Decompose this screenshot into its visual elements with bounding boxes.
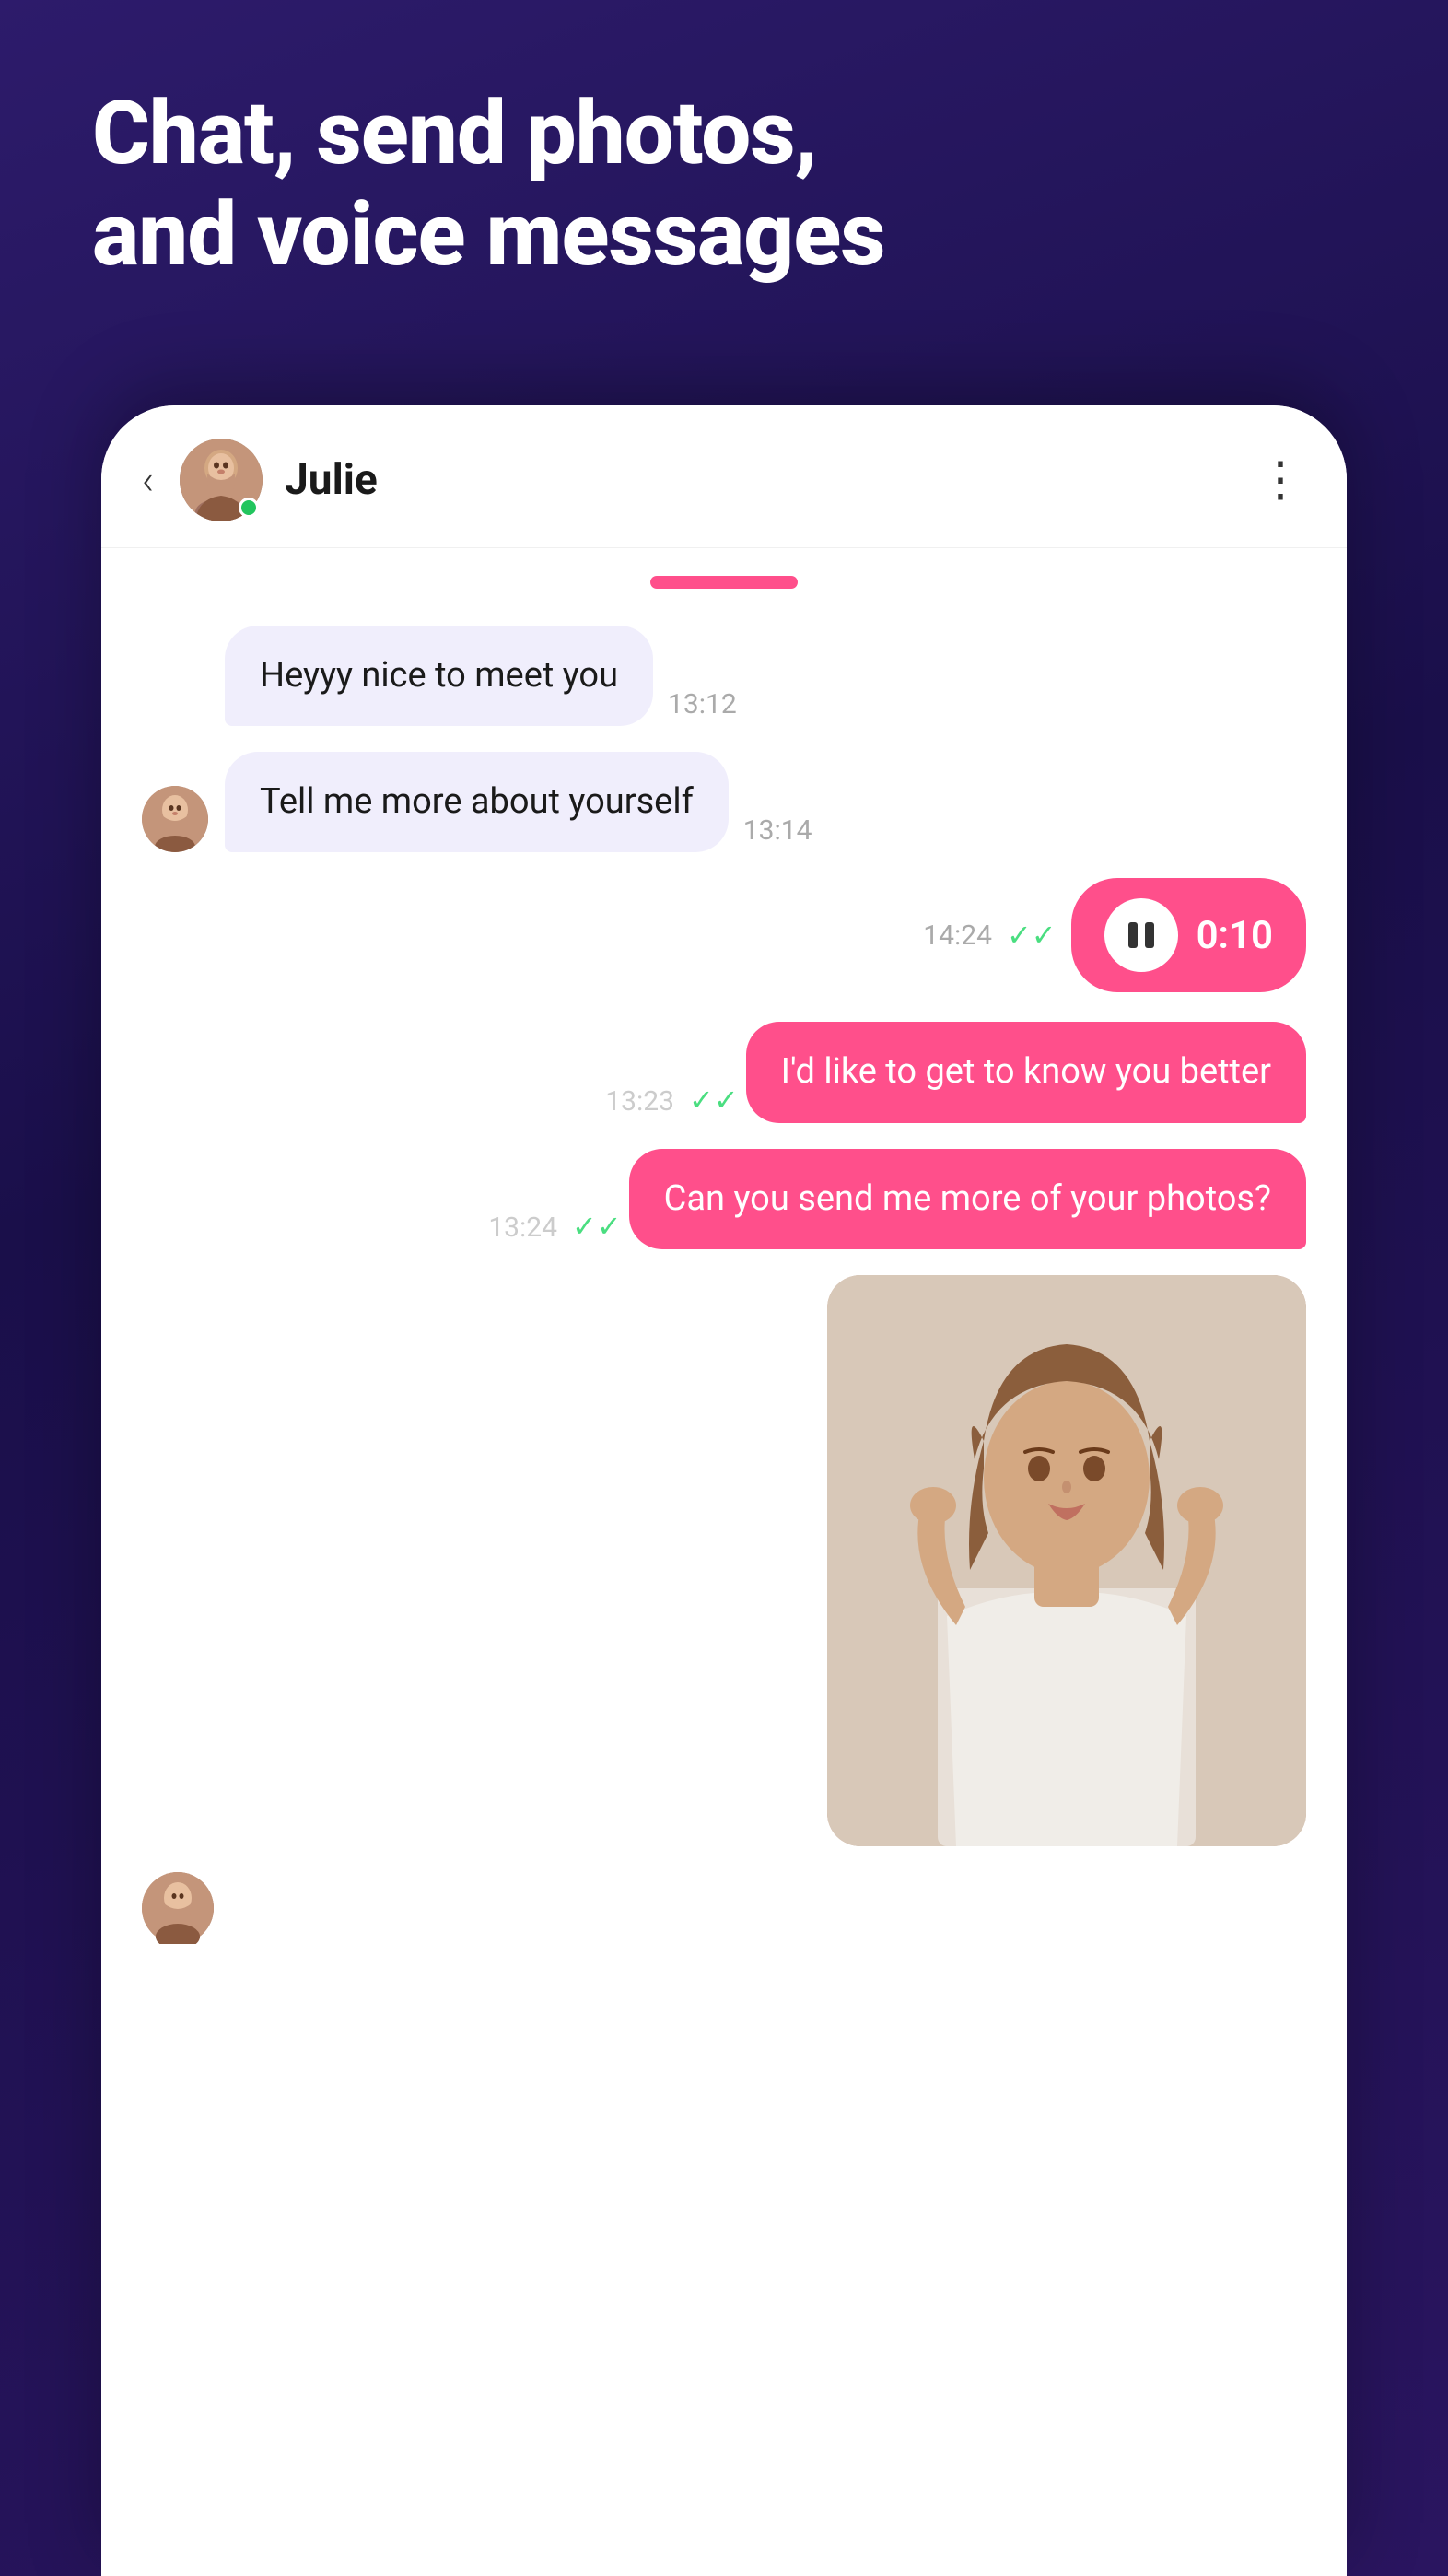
headline-line1: Chat, send photos,: [92, 83, 1356, 184]
voice-duration: 0:10: [1197, 913, 1273, 958]
message-row-5: 13:24 ✓✓ Can you send me more of your ph…: [142, 1149, 1306, 1249]
online-indicator: [239, 498, 259, 518]
avatar-wrapper[interactable]: [180, 439, 263, 521]
pause-icon: [1128, 922, 1154, 948]
contact-name: Julie: [285, 455, 1256, 505]
pause-bar-left: [1128, 922, 1138, 948]
voice-time: 14:24: [923, 919, 992, 952]
message-row-1: Heyyy nice to meet you 13:12: [142, 626, 1306, 726]
headline-line2: and voice messages: [92, 184, 1356, 286]
msg4-time: 13:23: [605, 1085, 674, 1118]
pause-bar-right: [1145, 922, 1154, 948]
message-row-2: Tell me more about yourself 13:14: [142, 752, 1306, 852]
msg-avatar-2: [142, 786, 208, 852]
bottom-avatar-row: [142, 1872, 1306, 1944]
message-bubble-1: Heyyy nice to meet you: [225, 626, 653, 726]
message-bubble-2: Tell me more about yourself: [225, 752, 729, 852]
voice-checks: ✓✓: [1007, 918, 1057, 953]
chat-header: ‹ Julie ⋮: [101, 405, 1347, 548]
pause-button[interactable]: [1104, 898, 1178, 972]
message-bubble-5: Can you send me more of your photos?: [629, 1149, 1306, 1249]
photo-message-row: [142, 1275, 1306, 1846]
voice-message-row: 14:24 ✓✓ 0:10: [142, 878, 1306, 992]
headline: Chat, send photos, and voice messages: [92, 83, 1356, 287]
top-hint-bar: [650, 576, 798, 589]
more-menu-button[interactable]: ⋮: [1256, 465, 1306, 494]
msg5-checks: ✓✓: [572, 1209, 622, 1244]
voice-bubble[interactable]: 0:10: [1071, 878, 1306, 992]
bottom-small-avatar: [142, 1872, 214, 1944]
back-button[interactable]: ‹: [142, 456, 154, 504]
message-time-2: 13:14: [743, 814, 812, 847]
chat-messages[interactable]: Heyyy nice to meet you 13:12 Tell me mor…: [101, 548, 1347, 2535]
message-row-4: 13:23 ✓✓ I'd like to get to know you bet…: [142, 1022, 1306, 1122]
msg5-time: 13:24: [488, 1212, 557, 1244]
msg4-checks: ✓✓: [689, 1083, 739, 1118]
phone-card: ‹ Julie ⋮: [101, 405, 1347, 2576]
message-time-1: 13:12: [668, 688, 737, 720]
photo-bubble[interactable]: [827, 1275, 1306, 1846]
message-bubble-4: I'd like to get to know you better: [746, 1022, 1306, 1122]
